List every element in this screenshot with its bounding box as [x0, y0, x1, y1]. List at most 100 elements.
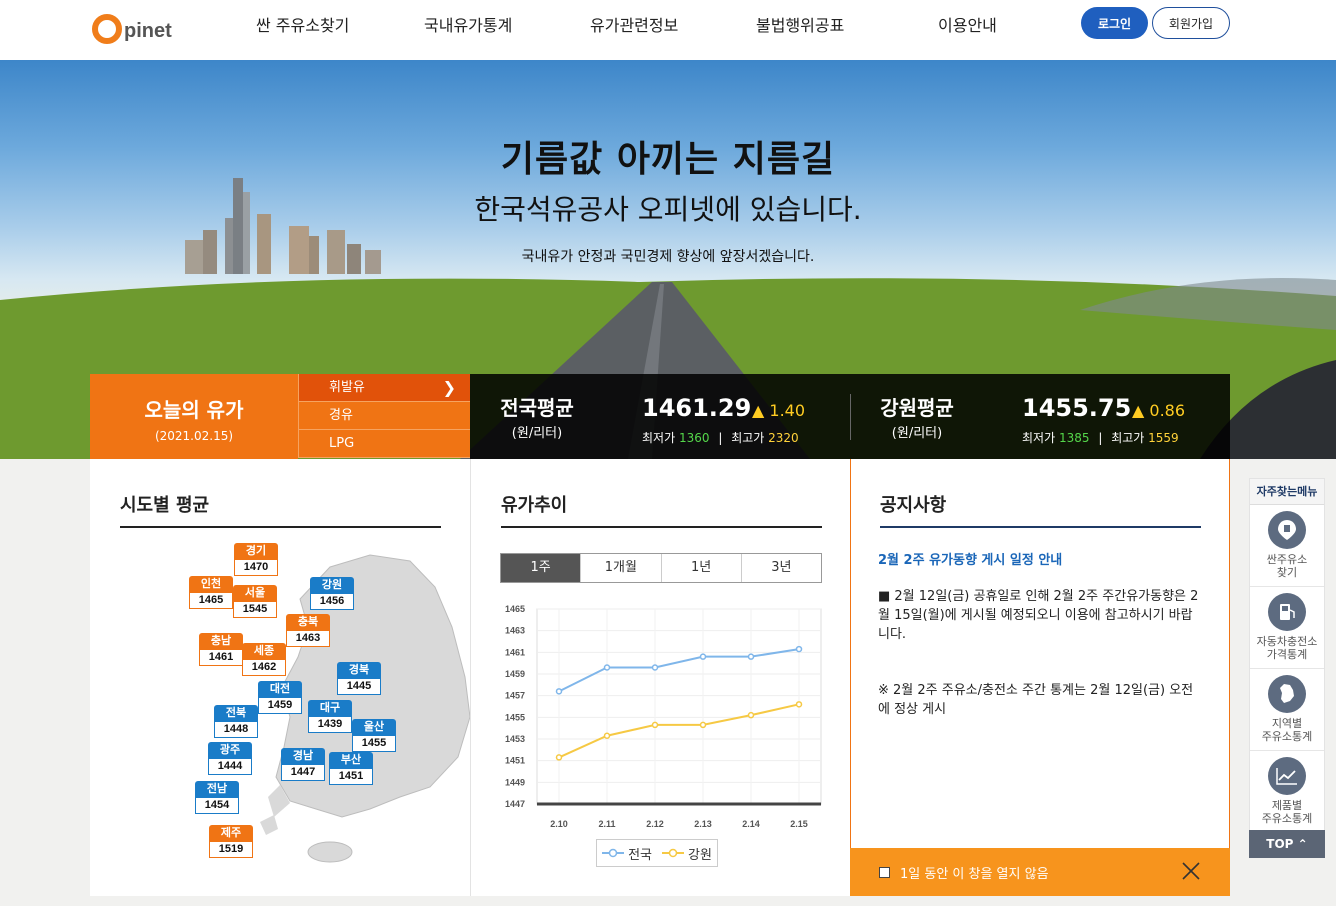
quick-cheap-station[interactable]: 싼주유소 찾기: [1250, 505, 1324, 587]
region-badge-name: 충북: [286, 614, 330, 630]
region-badge-value: 1455: [352, 735, 396, 752]
quick-charger-stats[interactable]: 자동차충전소 가격통계: [1250, 587, 1324, 669]
tab-1year[interactable]: 1년: [660, 554, 741, 582]
nav-violations[interactable]: 불법행위공표: [756, 12, 844, 36]
region-badge-value: 1465: [189, 592, 233, 609]
region-badge[interactable]: 대전 1459: [258, 681, 302, 714]
region-badge[interactable]: 경기 1470: [234, 543, 278, 576]
tab-1month[interactable]: 1개월: [580, 554, 660, 582]
region-badge[interactable]: 세종 1462: [242, 643, 286, 676]
tab-gasoline-label: 휘발유: [329, 380, 365, 395]
region-name: 전국평균: [500, 396, 574, 420]
region-price: 1455.75: [1022, 394, 1132, 422]
price-change: ▲ 0.86: [1132, 401, 1186, 420]
region-badge-name: 강원: [310, 577, 354, 593]
region-badge[interactable]: 강원 1456: [310, 577, 354, 610]
close-icon[interactable]: [1180, 860, 1202, 882]
max-price: 2320: [768, 431, 799, 445]
data-point: [651, 721, 659, 729]
today-date: (2021.02.15): [154, 429, 234, 443]
tab-3year[interactable]: 3년: [740, 554, 821, 582]
region-badge-value: 1461: [199, 649, 243, 666]
region-badge[interactable]: 서울 1545: [233, 585, 277, 618]
region-badge-value: 1459: [258, 697, 302, 714]
y-tick-label: 1449: [505, 777, 525, 787]
min-price: 1385: [1058, 431, 1090, 445]
title-rule: [880, 526, 1201, 528]
region-badge[interactable]: 제주 1519: [209, 825, 253, 858]
region-badge-value: 1448: [214, 721, 258, 738]
price-trend-panel: 유가추이 1주 1개월 1년 3년 1447 1449 1451 1453 1455 14…: [470, 459, 850, 896]
region-badge[interactable]: 울산 1455: [352, 719, 396, 752]
min-max-prices: 최저가 1385 | 최고가 1559: [1022, 431, 1179, 445]
region-badge-value: 1462: [242, 659, 286, 676]
region-badge[interactable]: 충남 1461: [199, 633, 243, 666]
price-change: ▲ 1.40: [752, 401, 806, 420]
quick-label: 지역별 주유소통계: [1261, 717, 1313, 743]
region-badge[interactable]: 광주 1444: [208, 742, 252, 775]
region-badge-value: 1454: [195, 797, 239, 814]
region-badge-name: 제주: [209, 825, 253, 841]
scroll-top-button[interactable]: TOP ⌃: [1249, 830, 1325, 858]
logo-text: pinet: [124, 20, 172, 42]
region-badge-value: 1451: [329, 768, 373, 785]
y-tick-label: 1465: [505, 604, 525, 614]
y-tick-label: 1457: [505, 691, 525, 701]
quick-label: 싼주유소 찾기: [1266, 553, 1308, 579]
region-badge[interactable]: 인천 1465: [189, 576, 233, 609]
region-badge[interactable]: 경남 1447: [281, 748, 325, 781]
tab-lpg[interactable]: LPG: [298, 430, 470, 458]
nav-domestic-stats[interactable]: 국내유가통계: [424, 12, 512, 36]
legend-label: 강원: [688, 847, 712, 863]
region-badge[interactable]: 전북 1448: [214, 705, 258, 738]
login-button[interactable]: 로그인: [1081, 7, 1148, 39]
tab-1week[interactable]: 1주: [501, 554, 581, 582]
region-badge[interactable]: 부산 1451: [329, 752, 373, 785]
data-point: [747, 653, 755, 660]
price-trend-chart: 1447 1449 1451 1453 1455 1457 1459 1461 1463 1465…: [505, 604, 822, 829]
tab-diesel[interactable]: 경유: [298, 402, 470, 430]
quick-product-stats[interactable]: 제품별 주유소통계: [1250, 751, 1324, 833]
join-button[interactable]: 회원가입: [1152, 7, 1230, 39]
title-rule: [120, 526, 441, 528]
nav-cheap-station[interactable]: 싼 주유소찾기: [256, 12, 349, 36]
region-badge[interactable]: 전남 1454: [195, 781, 239, 814]
nav-oil-info[interactable]: 유가관련정보: [590, 12, 678, 36]
opinet-logo[interactable]: pinet: [92, 4, 172, 44]
quick-label: 자동차충전소 가격통계: [1256, 635, 1318, 661]
region-badge[interactable]: 대구 1439: [308, 700, 352, 733]
data-point: [747, 711, 755, 719]
legend-label: 전국: [628, 847, 652, 863]
region-badge-value: 1444: [208, 758, 252, 775]
national-average: 전국평균 (원/리터) 1461.29 ▲ 1.40 최저가 1360 | 최고…: [470, 374, 850, 459]
region-badge-name: 경남: [281, 748, 325, 764]
notice-headline[interactable]: 2월 2주 유가동향 게시 일정 안내: [878, 549, 1062, 568]
region-badge-name: 세종: [242, 643, 286, 659]
y-tick-label: 1461: [505, 647, 525, 657]
region-badge-name: 경기: [234, 543, 278, 559]
today-title: 오늘의 유가: [144, 398, 244, 422]
x-tick-label: 2.11: [598, 819, 615, 829]
region-badge-name: 전남: [195, 781, 239, 797]
region-badge[interactable]: 경북 1445: [337, 662, 381, 695]
nav-guide[interactable]: 이용안내: [938, 12, 997, 36]
quick-region-stats[interactable]: 지역별 주유소통계: [1250, 669, 1324, 751]
region-badge-value: 1456: [310, 593, 354, 610]
period-tabs: 1주 1개월 1년 3년: [500, 553, 822, 583]
hero-title: 기름값 아끼는 지름길: [500, 139, 836, 180]
tab-gasoline[interactable]: 휘발유 ❯: [298, 374, 470, 402]
title-rule: [501, 526, 822, 528]
tab-diesel-label: 경유: [329, 408, 353, 423]
panel-title: 시도별 평균: [120, 495, 210, 516]
data-point: [795, 645, 803, 653]
charger-icon: [1268, 593, 1306, 631]
region-badge-name: 충남: [199, 633, 243, 649]
region-badge-name: 경북: [337, 662, 381, 678]
region-average-panel: 시도별 평균 경기 1470 인천 1465 서울 1545 강원 1456 충북 1463 충남 1…: [90, 459, 471, 896]
region-badge[interactable]: 충북 1463: [286, 614, 330, 647]
y-tick-label: 1447: [505, 799, 525, 809]
dismiss-label[interactable]: 1일 동안 이 창을 열지 않음: [900, 863, 1049, 882]
min-price: 1360: [678, 431, 710, 445]
dismiss-checkbox[interactable]: [879, 866, 890, 878]
quick-menu-title: 자주찾는메뉴: [1250, 479, 1324, 505]
